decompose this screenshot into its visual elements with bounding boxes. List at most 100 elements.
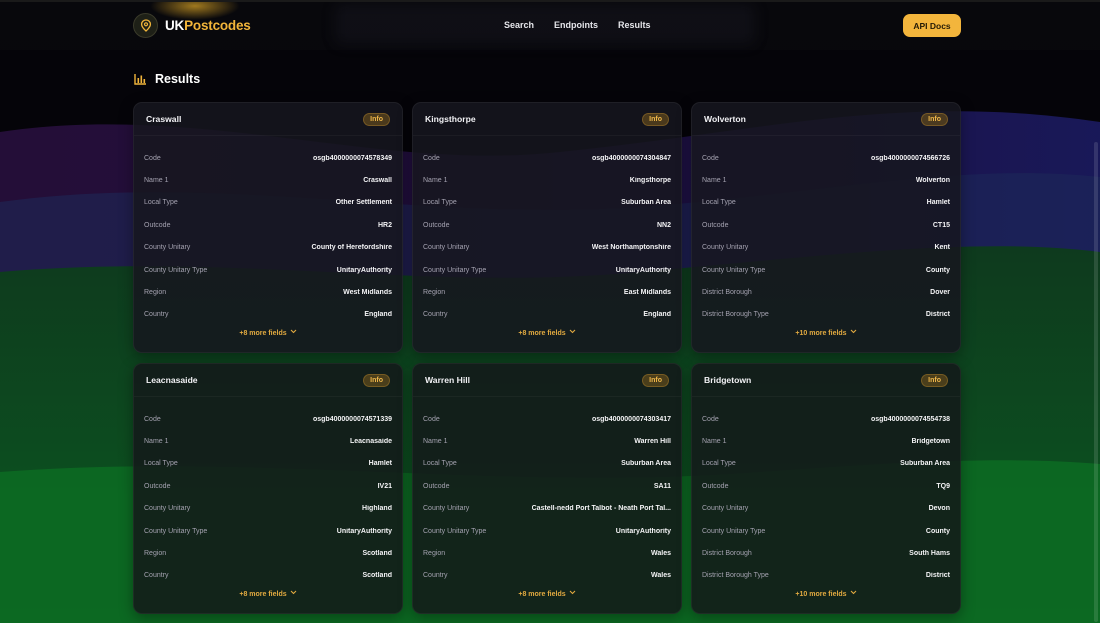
card-title: Craswall bbox=[146, 114, 182, 124]
card-title: Bridgetown bbox=[704, 375, 752, 385]
field-row: Code osgb4000000074566726 bbox=[702, 147, 950, 169]
card-header: Warren Hill Info bbox=[413, 364, 681, 397]
field-row: County Unitary Type UnitaryAuthority bbox=[144, 520, 392, 542]
field-label: County Unitary bbox=[144, 505, 191, 513]
top-header: UKPostcodes Search Endpoints Results API… bbox=[0, 2, 1100, 50]
nav-endpoints[interactable]: Endpoints bbox=[554, 20, 598, 30]
field-row: Code osgb4000000074304847 bbox=[423, 147, 671, 169]
field-label: Code bbox=[423, 154, 440, 162]
brand-name-uk: UK bbox=[165, 18, 185, 33]
field-label: Local Type bbox=[423, 460, 457, 468]
field-label: County Unitary bbox=[702, 505, 749, 513]
field-label: County Unitary Type bbox=[144, 266, 208, 274]
field-value: SA11 bbox=[653, 482, 671, 490]
field-label: Code bbox=[702, 415, 719, 423]
info-badge[interactable]: Info bbox=[921, 373, 948, 387]
field-value: osgb4000000074571339 bbox=[312, 415, 392, 423]
field-value: East Midlands bbox=[623, 289, 671, 297]
card-title: Kingsthorpe bbox=[425, 114, 476, 124]
field-label: Local Type bbox=[423, 199, 457, 207]
info-badge[interactable]: Info bbox=[642, 373, 669, 387]
page-title: Results bbox=[155, 72, 201, 86]
more-fields-toggle[interactable]: +10 more fields bbox=[692, 590, 960, 598]
field-value: Hamlet bbox=[926, 199, 950, 207]
field-row: Name 1 Kingsthorpe bbox=[423, 169, 671, 191]
field-row: Local Type Suburban Area bbox=[423, 453, 671, 475]
field-label: Country bbox=[423, 572, 448, 580]
field-value: Suburban Area bbox=[621, 199, 671, 207]
field-value: Kingsthorpe bbox=[629, 177, 671, 185]
nav-results[interactable]: Results bbox=[618, 20, 651, 30]
field-label: Local Type bbox=[702, 460, 736, 468]
field-row: County Unitary Highland bbox=[144, 498, 392, 520]
field-row: County Unitary Type County bbox=[702, 520, 950, 542]
field-row: Country Wales bbox=[423, 565, 671, 587]
info-badge[interactable]: Info bbox=[642, 112, 669, 126]
field-value: Wales bbox=[651, 550, 671, 558]
info-badge[interactable]: Info bbox=[363, 373, 390, 387]
info-badge[interactable]: Info bbox=[363, 112, 390, 126]
field-value: osgb4000000074554738 bbox=[870, 415, 950, 423]
field-label: County Unitary bbox=[423, 244, 470, 252]
field-row: Code osgb4000000074303417 bbox=[423, 408, 671, 430]
field-value: West Northamptonshire bbox=[591, 244, 671, 252]
field-value: England bbox=[364, 311, 392, 319]
field-row: Region East Midlands bbox=[423, 281, 671, 303]
field-row: County Unitary Type UnitaryAuthority bbox=[144, 259, 392, 281]
field-row: County Unitary West Northamptonshire bbox=[423, 237, 671, 259]
info-badge[interactable]: Info bbox=[921, 112, 948, 126]
field-label: Outcode bbox=[144, 482, 171, 490]
nav-search[interactable]: Search bbox=[504, 20, 534, 30]
field-list: Code osgb4000000074303417 Name 1 Warren Hil… bbox=[423, 408, 671, 587]
field-row: Name 1 Bridgetown bbox=[702, 430, 950, 452]
field-list: Code osgb4000000074578349 Name 1 Craswall Lo… bbox=[144, 147, 392, 326]
field-value: District bbox=[925, 311, 950, 319]
field-label: Name 1 bbox=[423, 177, 448, 185]
field-label: County Unitary Type bbox=[702, 266, 766, 274]
more-fields-toggle[interactable]: +8 more fields bbox=[134, 329, 402, 337]
field-value: County bbox=[925, 527, 950, 535]
brand-logo[interactable]: UKPostcodes bbox=[133, 13, 251, 38]
brand-name-postcodes: Postcodes bbox=[184, 18, 251, 33]
more-fields-toggle[interactable]: +8 more fields bbox=[134, 590, 402, 598]
field-row: County Unitary Devon bbox=[702, 498, 950, 520]
field-row: Outcode TQ9 bbox=[702, 475, 950, 497]
field-label: Country bbox=[423, 311, 448, 319]
field-label: County Unitary Type bbox=[702, 527, 766, 535]
field-value: County of Herefordshire bbox=[311, 244, 392, 252]
chevron-down-icon bbox=[847, 329, 857, 337]
field-label: County Unitary bbox=[423, 505, 470, 513]
field-row: County Unitary Type County bbox=[702, 259, 950, 281]
field-label: Outcode bbox=[423, 221, 450, 229]
field-label: Name 1 bbox=[702, 177, 727, 185]
more-fields-toggle[interactable]: +8 more fields bbox=[413, 590, 681, 598]
field-label: County Unitary bbox=[144, 244, 191, 252]
field-label: Code bbox=[423, 415, 440, 423]
chevron-down-icon bbox=[566, 590, 576, 598]
results-grid: Craswall Info Code osgb4000000074578349 Name… bbox=[133, 102, 961, 614]
field-value: osgb4000000074303417 bbox=[591, 415, 671, 423]
field-row: Code osgb4000000074578349 bbox=[144, 147, 392, 169]
field-label: Name 1 bbox=[144, 438, 169, 446]
field-row: County Unitary Kent bbox=[702, 237, 950, 259]
field-value: West Midlands bbox=[343, 289, 392, 297]
card-header: Kingsthorpe Info bbox=[413, 103, 681, 136]
card-title: Leacnasaide bbox=[146, 375, 198, 385]
field-value: Other Settlement bbox=[335, 199, 392, 207]
more-fields-label: +10 more fields bbox=[795, 330, 847, 337]
more-fields-label: +8 more fields bbox=[518, 591, 566, 598]
scrollbar[interactable] bbox=[1094, 142, 1098, 622]
api-docs-button[interactable]: API Docs bbox=[903, 14, 961, 37]
chevron-down-icon bbox=[287, 329, 297, 337]
field-value: Wales bbox=[651, 572, 671, 580]
card-header: Bridgetown Info bbox=[692, 364, 960, 397]
more-fields-toggle[interactable]: +8 more fields bbox=[413, 329, 681, 337]
field-label: Name 1 bbox=[702, 438, 727, 446]
field-row: Code osgb4000000074571339 bbox=[144, 408, 392, 430]
field-value: Suburban Area bbox=[900, 460, 950, 468]
field-row: Region West Midlands bbox=[144, 281, 392, 303]
field-row: Outcode HR2 bbox=[144, 214, 392, 236]
field-label: Outcode bbox=[702, 482, 729, 490]
more-fields-toggle[interactable]: +10 more fields bbox=[692, 329, 960, 337]
card-header: Wolverton Info bbox=[692, 103, 960, 136]
